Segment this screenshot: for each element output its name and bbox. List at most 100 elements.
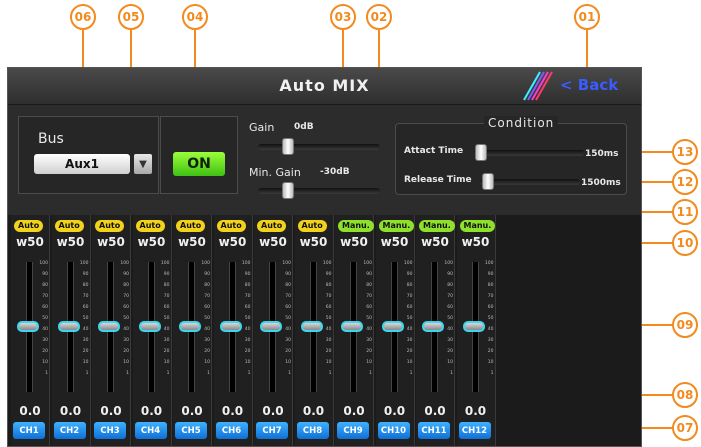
mode-badge[interactable]: Auto (95, 220, 125, 232)
callout-06: 06 (70, 4, 96, 30)
channel-strip: Manu. w50 100 90 80 70 60 50 40 30 20 10 1 0.0 CH9 (335, 215, 374, 446)
scale-mark: 60 (406, 305, 413, 310)
chevron-down-icon[interactable]: ▼ (134, 154, 152, 174)
level-value: 0.0 (100, 404, 122, 418)
scale-mark: 20 (204, 349, 210, 354)
fader-knob[interactable] (462, 321, 485, 332)
min-gain-slider-track[interactable] (258, 188, 380, 194)
channel-button[interactable]: CH4 (134, 422, 167, 439)
fader-knob[interactable] (179, 321, 201, 332)
channel-button[interactable]: CH7 (256, 422, 288, 439)
mode-badge[interactable]: Manu. (338, 220, 374, 232)
release-time-slider-knob[interactable] (482, 173, 494, 190)
fader-knob[interactable] (17, 321, 39, 332)
scale-mark: 80 (366, 283, 372, 288)
level-value: 0.0 (59, 404, 82, 418)
level-value: 0.0 (221, 404, 244, 418)
scale-mark: 20 (325, 349, 332, 354)
scale-mark: 60 (447, 305, 453, 310)
fader-knob[interactable] (138, 321, 161, 332)
mode-badge[interactable]: Auto (216, 220, 246, 232)
scale-mark: 90 (285, 272, 291, 277)
min-gain-slider-knob[interactable] (282, 182, 294, 199)
fader-knob[interactable] (341, 321, 363, 332)
scale-mark: 20 (42, 349, 48, 354)
channel-button[interactable]: CH2 (53, 422, 86, 439)
bus-select[interactable]: Aux1 (34, 154, 130, 174)
channel-strip: Auto w50 100 90 80 70 60 50 40 30 20 10 1 0.0 CH1 (11, 215, 50, 446)
fader-knob[interactable] (57, 321, 80, 332)
mode-badge[interactable]: Auto (54, 220, 84, 232)
scale-mark: 60 (325, 305, 332, 310)
channel-strip: Auto w50 100 90 80 70 60 50 40 30 20 10 1 0.0 CH5 (173, 215, 212, 446)
scale-mark: 10 (244, 360, 251, 365)
mode-badge[interactable]: Auto (257, 220, 287, 232)
scale-mark: 100 (120, 261, 129, 266)
release-time-slider-track[interactable] (480, 179, 580, 185)
scale-mark: 60 (487, 305, 494, 310)
scale-mark: 1 (288, 371, 291, 376)
scale-mark: 100 (484, 261, 494, 266)
mode-badge[interactable]: Auto (135, 220, 165, 232)
channel-button[interactable]: CH10 (377, 422, 410, 439)
scale-mark: 70 (204, 294, 210, 299)
channel-strips: Auto w50 100 90 80 70 60 50 40 30 20 10 1 0.0 CH1 Auto w… (8, 215, 641, 446)
channel-button[interactable]: CH11 (418, 422, 450, 439)
scale-mark: 100 (322, 261, 332, 266)
scale-mark: 100 (160, 261, 170, 266)
mode-badge[interactable]: Auto (176, 220, 206, 232)
channel-button[interactable]: CH3 (94, 422, 126, 439)
fader-knob[interactable] (98, 321, 120, 332)
auto-mix-screen: Auto MIX < Back Bus Aux1 ▼ ON Gain 0dB M… (7, 67, 642, 447)
attack-time-slider-track[interactable] (474, 150, 584, 156)
weight-value: w50 (380, 235, 409, 249)
scale-mark: 80 (42, 283, 48, 288)
mode-badge[interactable]: Manu. (378, 220, 415, 232)
mode-badge[interactable]: Auto (297, 220, 327, 232)
level-value: 0.0 (140, 404, 163, 418)
scale-mark: 60 (285, 305, 291, 310)
fader-knob[interactable] (300, 321, 323, 332)
mode-badge[interactable]: Manu. (419, 220, 455, 232)
scale-mark: 60 (244, 305, 251, 310)
gain-slider-knob[interactable] (282, 138, 294, 155)
scale-mark: 100 (79, 261, 89, 266)
scale-mark: 1 (328, 371, 332, 376)
scale-mark: 70 (325, 294, 332, 299)
channel-strip: Auto w50 100 90 80 70 60 50 40 30 20 10 1 0.0 CH2 (51, 215, 91, 446)
scale-mark: 20 (406, 349, 413, 354)
weight-value: w50 (137, 235, 166, 249)
attack-time-label: Attact Time (404, 146, 464, 156)
scale-mark: 10 (82, 360, 89, 365)
channel-button[interactable]: CH1 (13, 422, 45, 439)
scale-mark: 90 (447, 272, 453, 277)
title-bar: Auto MIX < Back (8, 68, 641, 105)
channel-button[interactable]: CH8 (296, 422, 329, 439)
fader-knob[interactable] (381, 321, 404, 332)
channel-button[interactable]: CH5 (175, 422, 207, 439)
condition-title: Condition (484, 116, 559, 130)
callout-11: 11 (672, 199, 698, 225)
scale-mark: 20 (163, 349, 170, 354)
mode-badge[interactable]: Auto (14, 220, 44, 232)
channel-button[interactable]: CH9 (337, 422, 369, 439)
fader-knob[interactable] (219, 321, 242, 332)
channel-button[interactable]: CH12 (458, 422, 491, 439)
scale-mark: 30 (163, 338, 170, 343)
channel-strip: Auto w50 100 90 80 70 60 50 40 30 20 10 1 0.0 CH7 (254, 215, 293, 446)
brand-stripes-icon (523, 71, 553, 101)
scale-mark: 30 (406, 338, 413, 343)
scale-mark: 90 (123, 272, 129, 277)
gain-value: 0dB (294, 122, 314, 132)
back-button[interactable]: < Back (560, 76, 618, 94)
channel-button[interactable]: CH6 (215, 422, 248, 439)
scale-mark: 1 (247, 371, 251, 376)
channel-strip: Auto w50 100 90 80 70 60 50 40 30 20 10 1 0.0 CH4 (132, 215, 172, 446)
scale-mark: 70 (82, 294, 89, 299)
fader-knob[interactable] (422, 321, 444, 332)
gain-slider-track[interactable] (258, 144, 380, 150)
on-button[interactable]: ON (173, 152, 225, 176)
fader-knob[interactable] (260, 321, 282, 332)
attack-time-slider-knob[interactable] (475, 144, 487, 161)
mode-badge[interactable]: Manu. (459, 220, 496, 232)
